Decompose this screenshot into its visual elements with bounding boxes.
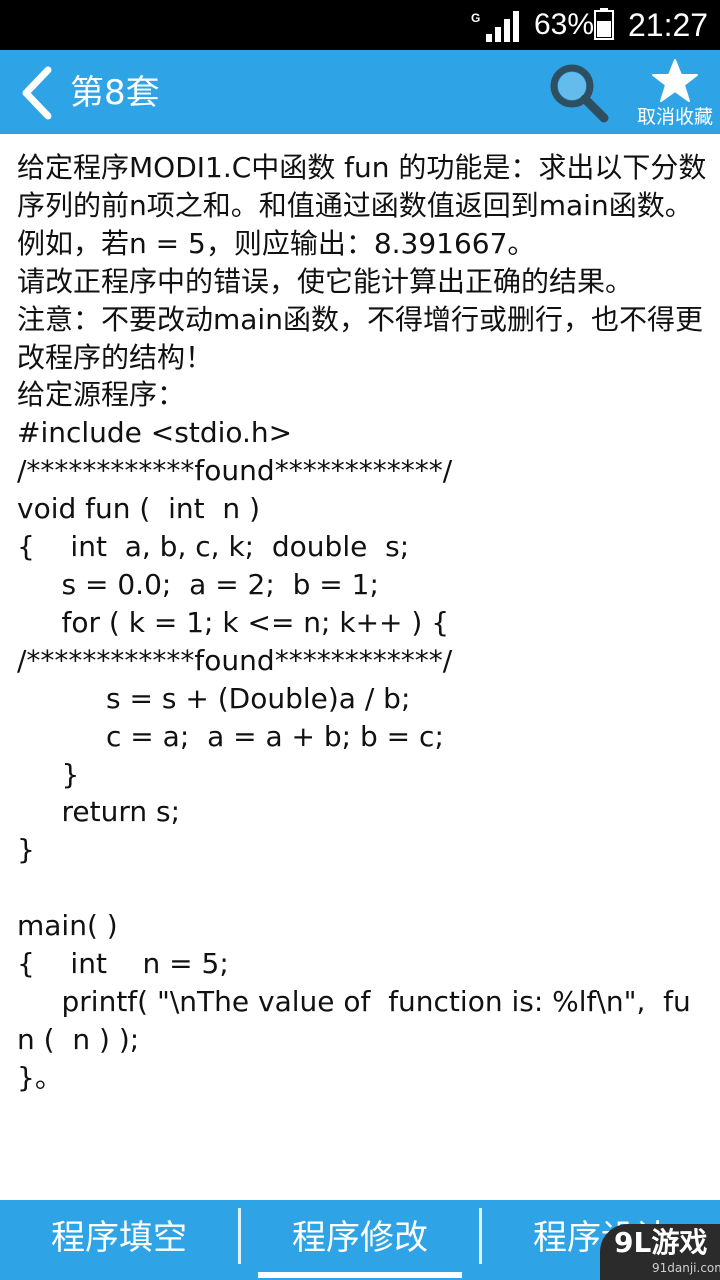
search-icon — [550, 64, 609, 123]
tab-fill-in[interactable]: 程序填空 — [0, 1200, 238, 1280]
page-title: 第8套 — [70, 73, 160, 113]
watermark-url: 91danji.com — [652, 1261, 720, 1275]
battery-percent: 63% — [534, 8, 595, 41]
tab-modify[interactable]: 程序修改 — [242, 1200, 478, 1280]
question-content[interactable]: 给定程序MODI1.C中函数 fun 的功能是：求出以下分数序列的前n项之和。和… — [0, 134, 720, 1200]
active-tab-indicator — [258, 1272, 462, 1278]
status-bar: G 63% 21:27 — [0, 0, 720, 50]
unfavorite-button[interactable]: 取消收藏 — [630, 56, 720, 132]
tab-divider — [238, 1208, 241, 1264]
app-bar: 第8套 取消收藏 — [0, 50, 720, 134]
star-icon — [652, 59, 698, 102]
unfavorite-label: 取消收藏 — [636, 106, 713, 128]
question-text: 给定程序MODI1.C中函数 fun 的功能是：求出以下分数序列的前n项之和。和… — [17, 151, 707, 1094]
clock: 21:27 — [628, 7, 709, 43]
network-type-label: G — [471, 11, 480, 25]
search-button[interactable] — [546, 60, 610, 124]
back-button[interactable] — [18, 66, 58, 120]
watermark-logo-text: 9L游戏 — [614, 1226, 708, 1259]
cellular-signal-icon: G — [471, 11, 519, 42]
battery-icon — [594, 8, 614, 40]
site-watermark: 9L游戏 91danji.com — [600, 1224, 720, 1280]
chevron-left-icon — [22, 66, 52, 120]
